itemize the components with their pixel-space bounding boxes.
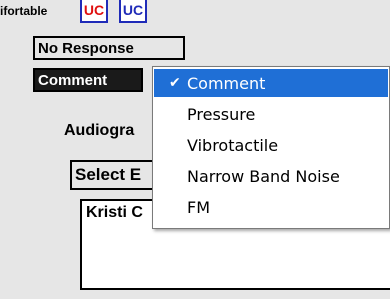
legend-label: ifortable [0, 4, 48, 18]
menu-item-label: Comment [187, 73, 266, 93]
menu-item-label: Pressure [187, 104, 256, 124]
menu-item-vibrotactile[interactable]: Vibrotactile [154, 131, 388, 159]
menu-item-fm[interactable]: FM [154, 193, 388, 221]
comment-label: Comment [38, 71, 108, 89]
uc-badge-red-label: UC [83, 1, 105, 18]
audiogram-label: Audiogra [64, 122, 135, 139]
uc-badge-blue[interactable]: UC [119, 0, 147, 23]
dropdown-menu: ✔ Comment Pressure Vibrotactile Narrow B… [152, 66, 390, 229]
menu-item-pressure[interactable]: Pressure [154, 100, 388, 128]
uc-badge-blue-label: UC [122, 1, 144, 18]
comment-button[interactable]: Comment [33, 68, 143, 92]
menu-item-comment[interactable]: ✔ Comment [154, 69, 388, 97]
uc-badge-red[interactable]: UC [80, 0, 108, 23]
menu-item-label: FM [187, 197, 211, 217]
menu-item-narrow-band-noise[interactable]: Narrow Band Noise [154, 162, 388, 190]
checkmark-icon: ✔ [169, 75, 181, 91]
notes-textarea-value: Kristi C [86, 204, 143, 221]
no-response-label: No Response [38, 39, 134, 57]
menu-item-label: Narrow Band Noise [187, 166, 340, 186]
select-button-label: Select E [75, 165, 142, 184]
no-response-button[interactable]: No Response [33, 36, 185, 60]
menu-item-label: Vibrotactile [187, 135, 279, 155]
